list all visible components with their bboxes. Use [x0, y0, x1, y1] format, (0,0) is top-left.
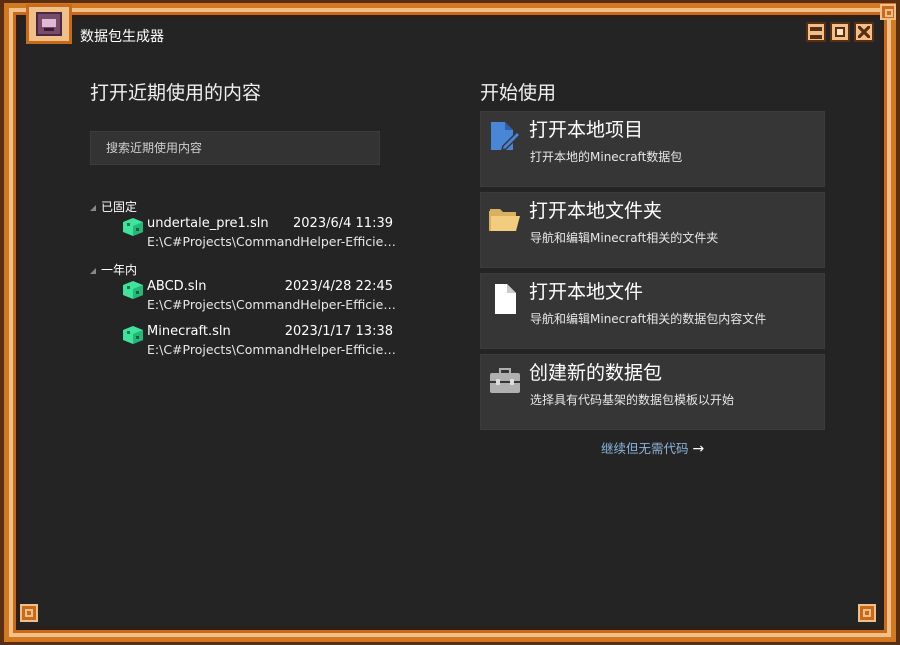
- open-local-project-card[interactable]: 打开本地项目 打开本地的Minecraft数据包: [480, 111, 825, 187]
- recent-section-title: 打开近期使用的内容: [90, 82, 262, 104]
- continue-without-code-link[interactable]: 继续但无需代码 →: [601, 438, 704, 457]
- card-description: 导航和编辑Minecraft相关的数据包内容文件: [530, 312, 767, 326]
- card-title: 打开本地文件夹: [529, 200, 663, 222]
- recent-project-item[interactable]: Minecraft.sln 2023/1/17 13:38 E:\C#Proje…: [120, 324, 400, 364]
- project-cube-icon: [123, 326, 143, 344]
- card-description: 打开本地的Minecraft数据包: [530, 150, 683, 164]
- open-local-folder-card[interactable]: 打开本地文件夹 导航和编辑Minecraft相关的文件夹: [480, 192, 825, 268]
- project-name: undertale_pre1.sln: [147, 216, 269, 231]
- card-title: 创建新的数据包: [529, 362, 663, 384]
- minimize-button[interactable]: [806, 22, 826, 42]
- project-cube-icon: [123, 218, 143, 236]
- project-path: E:\C#Projects\CommandHelper-Efficiency\A…: [147, 297, 397, 312]
- start-section-title: 开始使用: [480, 82, 557, 104]
- window: 数据包生成器 打开近期使用的内容 已固定 undertale_pre1.sln …: [0, 0, 900, 645]
- app-logo-icon: [26, 4, 72, 44]
- close-button[interactable]: [854, 22, 874, 42]
- project-cube-icon: [123, 281, 143, 299]
- frame-corner-ornament: [858, 604, 876, 622]
- recent-project-item[interactable]: ABCD.sln 2023/4/28 22:45 E:\C#Projects\C…: [120, 279, 400, 319]
- card-description: 选择具有代码基架的数据包模板以开始: [530, 393, 735, 407]
- search-recent-input[interactable]: [90, 131, 380, 165]
- card-title: 打开本地文件: [529, 281, 644, 303]
- project-date: 2023/4/28 22:45: [284, 279, 393, 294]
- arrow-right-icon: →: [692, 441, 705, 457]
- folder-open-icon: [489, 209, 520, 231]
- project-path: E:\C#Projects\CommandHelper-Efficiency\M…: [147, 342, 397, 357]
- create-datapack-card[interactable]: 创建新的数据包 选择具有代码基架的数据包模板以开始: [480, 354, 825, 430]
- project-path: E:\C#Projects\CommandHelper-Efficiency\u…: [147, 234, 397, 249]
- toolbox-icon: [490, 368, 520, 393]
- project-date: 2023/6/4 11:39: [293, 216, 393, 231]
- recent-project-item[interactable]: undertale_pre1.sln 2023/6/4 11:39 E:\C#P…: [120, 216, 400, 256]
- frame-corner-ornament: [20, 604, 38, 622]
- card-title: 打开本地项目: [529, 119, 644, 141]
- open-local-file-card[interactable]: 打开本地文件 导航和编辑Minecraft相关的数据包内容文件: [480, 273, 825, 349]
- file-icon: [495, 284, 516, 314]
- app-title: 数据包生成器: [80, 29, 164, 45]
- project-name: ABCD.sln: [147, 279, 207, 294]
- project-name: Minecraft.sln: [147, 324, 231, 339]
- frame-corner-ornament: [880, 4, 896, 20]
- collapse-triangle-icon[interactable]: [90, 267, 96, 274]
- card-description: 导航和编辑Minecraft相关的文件夹: [530, 231, 719, 245]
- project-date: 2023/1/17 13:38: [284, 324, 393, 339]
- file-edit-icon: [491, 122, 521, 152]
- collapse-triangle-icon[interactable]: [90, 204, 96, 211]
- group-header-pinned[interactable]: 已固定: [90, 198, 137, 215]
- group-header-within-year[interactable]: 一年内: [90, 261, 137, 278]
- maximize-button[interactable]: [830, 22, 850, 42]
